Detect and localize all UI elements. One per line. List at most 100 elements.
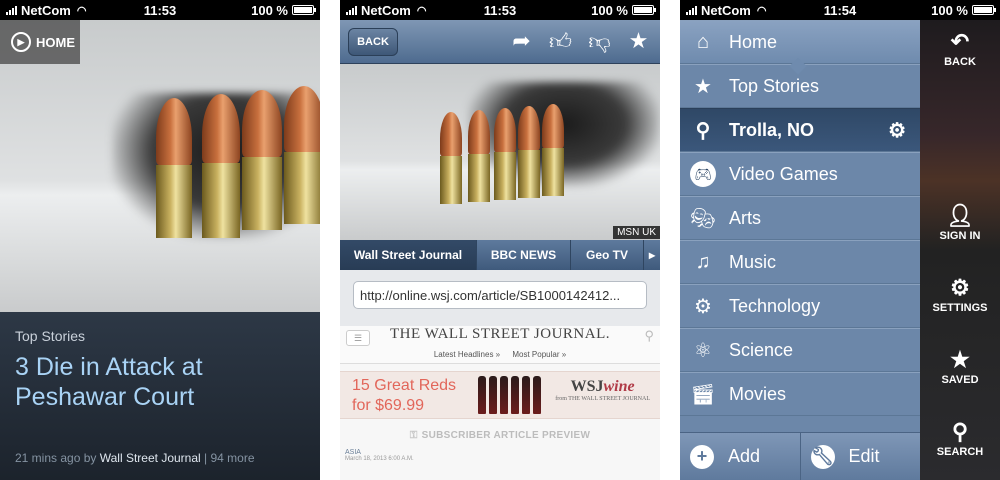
wine-ad-banner[interactable]: 15 Great Reds for $69.99 WSJwine from TH…	[340, 371, 660, 419]
story-panel[interactable]: Top Stories 3 Die in Attack at Peshawar …	[0, 312, 320, 480]
menu-item-label: Home	[729, 31, 778, 52]
battery-icon	[292, 5, 316, 15]
menu-item-home[interactable]: ⌂ Home	[680, 20, 920, 64]
battery-icon	[632, 5, 656, 15]
tab-wall-street-journal[interactable]: Wall Street Journal	[340, 240, 477, 270]
menu-item-label: Top Stories	[729, 75, 820, 96]
menu-item-movies[interactable]: 🎬︎ Movies	[680, 372, 920, 416]
ad-brand-wsj: WSJ	[570, 378, 604, 395]
star-icon[interactable]: ★	[625, 26, 652, 56]
menu-item-label: Movies	[729, 383, 787, 404]
story-time: 21 mins ago	[15, 451, 81, 465]
home-button-label: HOME	[36, 34, 75, 50]
thumbs-up-icon[interactable]: 👍︎	[547, 26, 574, 56]
menu-item-label: Arts	[729, 207, 762, 228]
photo-credit: MSN UK	[613, 226, 660, 239]
back-button[interactable]: ↶ BACK	[920, 29, 1000, 69]
settings-button[interactable]: ⚙ SETTINGS	[920, 276, 1000, 315]
article-region: ASIA	[345, 449, 361, 456]
story-source[interactable]: Wall Street Journal	[100, 451, 201, 465]
star-icon: ★	[694, 75, 712, 98]
story-headline[interactable]: 3 Die in Attack at Peshawar Court	[15, 352, 305, 412]
story-meta: 21 mins ago by Wall Street Journal | 94 …	[15, 451, 255, 465]
carrier-name: NetCom	[701, 2, 751, 18]
carrier-name: NetCom	[361, 2, 411, 18]
tab-bbc-news[interactable]: BBC NEWS	[477, 240, 571, 270]
theater-masks-icon: 🎭︎	[690, 207, 716, 230]
tabs-more-arrow[interactable]: ▸	[644, 240, 660, 270]
signal-icon	[6, 5, 17, 15]
carrier-name: NetCom	[21, 2, 71, 18]
side-menu: ⌂ Home ★ Top Stories ⚲ Trolla, NO ⚙ 🎮︎ V…	[680, 20, 920, 432]
menu-item-label: Video Games	[729, 163, 838, 184]
edit-button[interactable]: 🔧︎ Edit	[801, 433, 921, 480]
menu-item-label: Science	[729, 339, 794, 360]
latest-headlines-link[interactable]: Latest Headlines »	[434, 350, 500, 359]
url-bar: http://online.wsj.com/article/SB10001424…	[340, 270, 660, 326]
thumbs-down-icon[interactable]: 👎︎	[586, 26, 613, 56]
battery-percent: 100 %	[251, 2, 288, 18]
gamepad-icon: 🎮︎	[690, 161, 716, 187]
most-popular-link[interactable]: Most Popular »	[512, 350, 566, 359]
back-arrow-icon: ↶	[950, 29, 970, 54]
add-button[interactable]: + Add	[680, 433, 801, 480]
user-icon: 👤︎	[946, 203, 974, 228]
sign-in-button[interactable]: 👤︎ SIGN IN	[920, 203, 1000, 243]
wifi-icon: ◠	[76, 4, 87, 17]
sign-in-label: SIGN IN	[939, 230, 981, 242]
status-bar: NetCom ◠ 11:53 100 %	[340, 0, 660, 20]
wine-bottles-image	[478, 376, 541, 414]
background-photo	[920, 20, 1000, 480]
menu-item-video-games[interactable]: 🎮︎ Video Games	[680, 152, 920, 196]
phone-screen-menu: NetCom ◠ 11:54 100 % ↶ BACK 👤︎ SIGN IN ⚙…	[680, 0, 1000, 480]
search-button[interactable]: ⚲ SEARCH	[920, 419, 1000, 459]
menu-item-science[interactable]: ⚛ Science	[680, 328, 920, 372]
menu-item-music[interactable]: ♫ Music	[680, 240, 920, 284]
phone-screen-article-web: NetCom ◠ 11:53 100 % BACK ➦ 👍︎ 👎︎ ★ MSN …	[340, 0, 660, 480]
menu-item-technology[interactable]: ⚙ Technology	[680, 284, 920, 328]
ad-brand: WSJwine from THE WALL STREET JOURNAL	[555, 378, 650, 402]
edit-label: Edit	[848, 446, 880, 466]
back-label: BACK	[944, 56, 976, 68]
ad-line-2: for $69.99	[352, 397, 425, 414]
menu-item-label: Technology	[729, 295, 821, 316]
more-sources-link[interactable]: | 94 more	[204, 451, 254, 465]
star-icon: ★	[950, 347, 970, 372]
article-photo[interactable]	[340, 64, 660, 240]
menu-item-arts[interactable]: 🎭︎ Arts	[680, 196, 920, 240]
key-icon: ⚿	[409, 430, 418, 441]
status-bar: NetCom ◠ 11:54 100 %	[680, 0, 1000, 20]
play-circle-icon: ▶	[11, 32, 31, 52]
wsj-header: ☰ THE WALL STREET JOURNAL. ⚲ Latest Head…	[340, 326, 660, 364]
story-category: Top Stories	[15, 328, 86, 344]
ad-line-1: 15 Great Reds	[352, 377, 457, 394]
plus-icon: +	[690, 444, 714, 469]
ad-brand-sub: from THE WALL STREET JOURNAL	[555, 396, 650, 402]
menu-item-label: Trolla, NO	[729, 119, 815, 140]
subscriber-preview-label: SUBSCRIBER ARTICLE PREVIEW	[421, 430, 591, 441]
battery-percent: 100 %	[931, 2, 968, 18]
tab-geo-tv[interactable]: Geo TV	[571, 240, 644, 270]
article-date: March 18, 2013 6:00 A.M.	[345, 456, 414, 462]
gear-icon[interactable]: ⚙	[888, 118, 906, 143]
search-label: SEARCH	[936, 446, 984, 458]
wrench-icon: 🔧︎	[810, 444, 835, 469]
share-icon[interactable]: ➦	[508, 26, 535, 56]
wsj-logo: THE WALL STREET JOURNAL.	[389, 326, 611, 342]
phone-screen-article-cover: NetCom ◠ 11:53 100 % ▶ HOME Top Stories …	[0, 0, 320, 480]
wifi-icon: ◠	[756, 4, 767, 17]
home-button[interactable]: ▶ HOME	[0, 20, 80, 64]
back-button[interactable]: BACK	[348, 28, 398, 56]
signal-icon	[346, 5, 357, 15]
menu-bottom-bar: + Add 🔧︎ Edit	[680, 432, 920, 480]
subscriber-preview: ⚿ SUBSCRIBER ARTICLE PREVIEW	[340, 430, 660, 441]
battery-icon	[972, 5, 996, 15]
search-icon[interactable]: ⚲	[644, 328, 654, 344]
web-content[interactable]: ☰ THE WALL STREET JOURNAL. ⚲ Latest Head…	[340, 326, 660, 480]
wifi-icon: ◠	[416, 4, 427, 17]
search-icon: ⚲	[951, 419, 969, 444]
menu-item-location[interactable]: ⚲ Trolla, NO ⚙	[680, 108, 920, 152]
saved-button[interactable]: ★ SAVED	[920, 347, 1000, 387]
navigation-bar: BACK ➦ 👍︎ 👎︎ ★	[340, 20, 660, 64]
url-field[interactable]: http://online.wsj.com/article/SB10001424…	[353, 281, 647, 309]
